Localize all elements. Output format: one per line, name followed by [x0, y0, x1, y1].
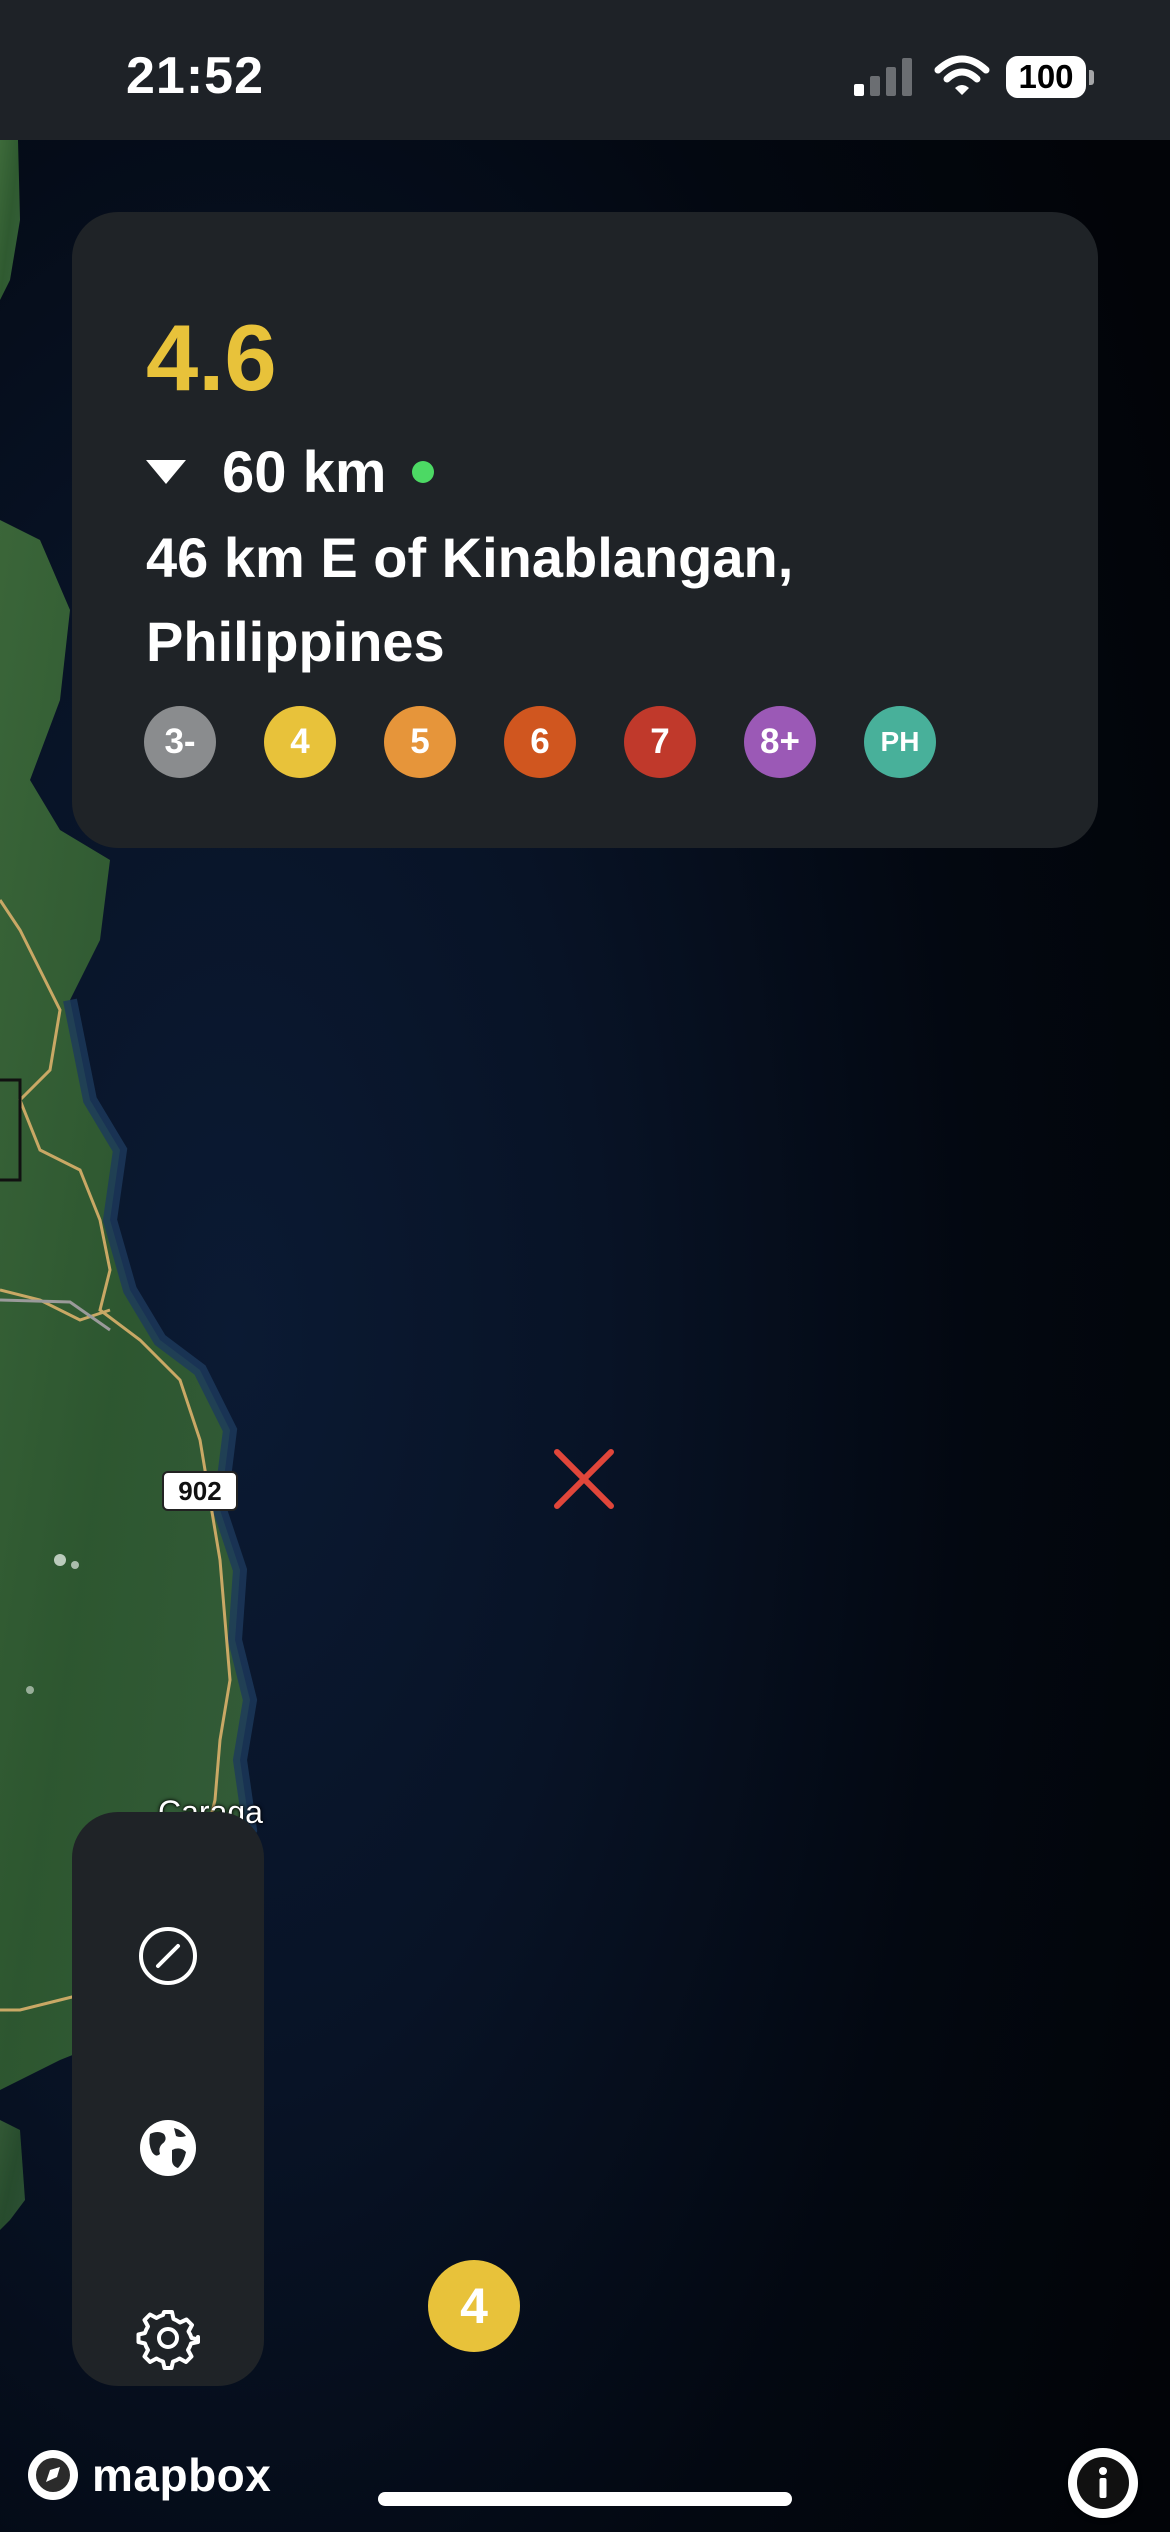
- magnitude-filter-chip[interactable]: 6: [504, 706, 576, 778]
- screen: 21:52 100 902 4 4.6 60 km 46 km E of Kin…: [0, 0, 1170, 2532]
- mapbox-logo-text: mapbox: [92, 2449, 272, 2501]
- quake-info-card[interactable]: 4.6 60 km 46 km E of Kinablangan, Philip…: [72, 212, 1098, 848]
- magnitude-filter-chips: 3- 4 5 6 7 8+ PH: [144, 706, 984, 778]
- map-toolbar: [72, 1812, 264, 2386]
- magnitude-value: 4.6: [146, 305, 277, 410]
- info-icon: [1077, 2457, 1129, 2509]
- epicenter-x-icon: [554, 1449, 614, 1509]
- status-bar: 21:52 100: [0, 0, 1170, 140]
- magnitude-filter-chip[interactable]: PH: [864, 706, 936, 778]
- battery-tip: [1089, 70, 1094, 85]
- location-text: 46 km E of Kinablangan, Philippines: [146, 526, 794, 673]
- mapbox-logo-icon: [28, 2450, 78, 2500]
- depth-value: 60 km: [222, 439, 387, 505]
- battery-level: 100: [1006, 56, 1086, 98]
- live-indicator: [412, 461, 435, 483]
- depth-arrow-icon: [146, 460, 186, 484]
- slash-circle-icon: [139, 1927, 197, 1985]
- quake-marker[interactable]: 4: [428, 2260, 520, 2352]
- route-shield: 902: [162, 1471, 238, 1511]
- depth-row: 60 km: [146, 439, 435, 505]
- status-time: 21:52: [126, 47, 264, 105]
- attribution-info-button[interactable]: [1068, 2448, 1138, 2518]
- magnitude-filter-chip[interactable]: 7: [624, 706, 696, 778]
- magnitude-filter-chip[interactable]: 8+: [744, 706, 816, 778]
- home-indicator[interactable]: [378, 2492, 792, 2506]
- wifi-icon: [934, 55, 990, 95]
- cellular-signal-icon: [854, 58, 912, 96]
- magnitude-filter-chip[interactable]: 3-: [144, 706, 216, 778]
- gear-icon: [136, 2310, 200, 2370]
- magnitude-filter-chip[interactable]: 5: [384, 706, 456, 778]
- map-style-button[interactable]: [118, 2098, 218, 2198]
- globe-icon: [140, 2120, 196, 2176]
- magnitude-filter-chip[interactable]: 4: [264, 706, 336, 778]
- filter-off-button[interactable]: [118, 1906, 218, 2006]
- settings-button[interactable]: [118, 2288, 218, 2388]
- mapbox-logo[interactable]: mapbox: [26, 2448, 271, 2502]
